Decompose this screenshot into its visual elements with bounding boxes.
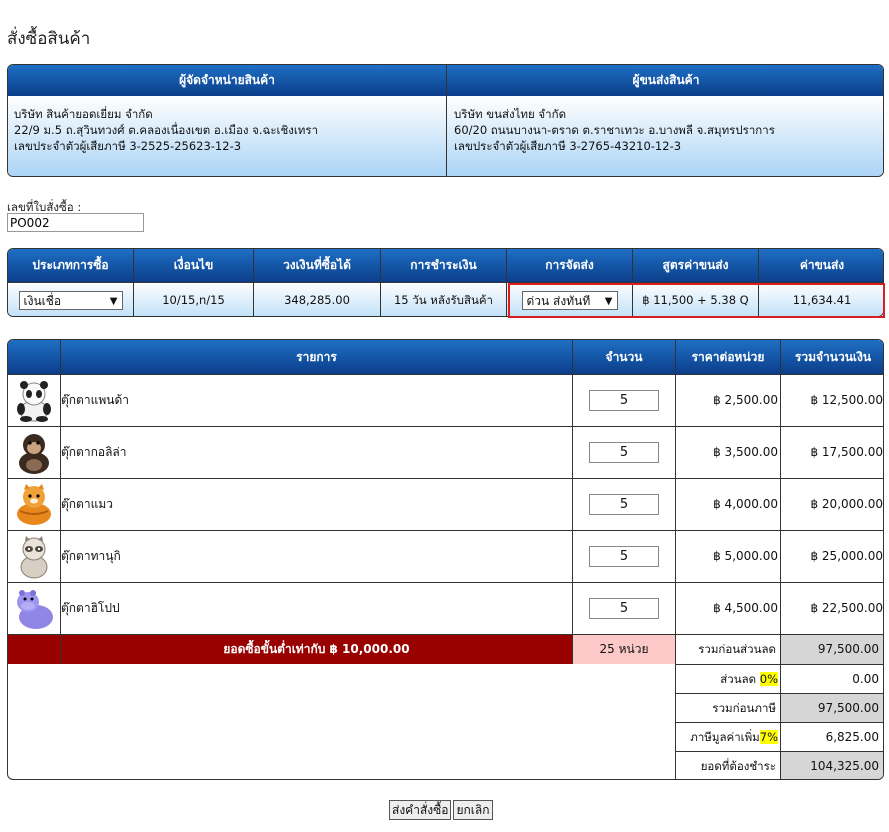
submit-order-button[interactable]: ส่งคำสั่งซื้อ: [389, 800, 452, 820]
condition-value: 10/15,n/15: [134, 282, 253, 316]
pretax-label: รวมก่อนภาษี: [712, 701, 776, 715]
items-table: รายการ จำนวน ราคาต่อหน่วย รวมจำนวนเงิน ต…: [7, 339, 884, 780]
table-row: ตุ๊กตาทานุกิ 5 ฿ 5,000.00 ฿ 25,000.00: [8, 530, 883, 582]
shipper-address: 60/20 ถนนบางนา-ตราด ต.ราชาเทวะ อ.บางพลี …: [454, 123, 775, 137]
discount-percent: 0%: [759, 672, 778, 686]
col-shipping-cost: ค่าขนส่ง: [759, 249, 883, 282]
line-total: ฿ 25,000.00: [810, 549, 883, 563]
hippo-doll-icon: [17, 590, 53, 629]
qty-input[interactable]: 5: [589, 494, 659, 515]
item-name: ตุ๊กตาทานุกิ: [61, 549, 121, 563]
col-line-total: รวมจำนวนเงิน: [781, 340, 883, 374]
unit-price: ฿ 4,000.00: [713, 497, 778, 511]
col-unit-price: ราคาต่อหน่วย: [676, 340, 780, 374]
unit-price: ฿ 4,500.00: [713, 601, 778, 615]
party-info-box: ผู้จัดจำหน่ายสินค้า ผู้ขนส่งสินค้า บริษั…: [7, 64, 884, 177]
subtotal-label: รวมก่อนส่วนลด: [698, 642, 776, 656]
item-name: ตุ๊กตากอลิล่า: [61, 445, 127, 459]
cancel-button[interactable]: ยกเลิก: [453, 800, 493, 820]
grand-total-value: 104,325.00: [781, 752, 883, 779]
line-total: ฿ 22,500.00: [810, 601, 883, 615]
col-image: [8, 340, 60, 374]
shipper-tax-id: เลขประจำตัวผู้เสียภาษี 3-2765-43210-12-3: [454, 139, 682, 153]
vendor-name: บริษัท สินค้ายอดเยี่ยม จำกัด: [14, 107, 153, 121]
line-total: ฿ 20,000.00: [810, 497, 883, 511]
unit-price: ฿ 2,500.00: [713, 393, 778, 407]
vendor-tax-id: เลขประจำตัวผู้เสียภาษี 3-2525-25623-12-3: [14, 139, 242, 153]
qty-input[interactable]: 5: [589, 390, 659, 411]
page-title: สั่งซื้อสินค้า: [7, 29, 91, 49]
action-buttons: ส่งคำสั่งซื้อ ยกเลิก: [389, 800, 495, 820]
panda-doll-icon: [17, 381, 51, 422]
table-row: ตุ๊กตากอลิล่า 5 ฿ 3,500.00 ฿ 17,500.00: [8, 426, 883, 478]
vendor-details: บริษัท สินค้ายอดเยี่ยม จำกัด 22/9 ม.5 ถ.…: [8, 96, 446, 176]
col-shipping-formula: สูตรค่าขนส่ง: [633, 249, 758, 282]
subtotal-value: 97,500.00: [781, 635, 883, 664]
raccoon-doll-icon: [20, 536, 48, 579]
col-qty: จำนวน: [573, 340, 675, 374]
col-payment: การชำระเงิน: [381, 249, 506, 282]
discount-value: 0.00: [852, 672, 879, 686]
purchase-type-select[interactable]: เงินเชื่อ ▼: [18, 291, 123, 310]
vat-value: 6,825.00: [825, 730, 879, 744]
vendor-address: 22/9 ม.5 ถ.สุวินทวงศ์ ต.คลองเนื่องเขต อ.…: [14, 123, 319, 137]
shipper-header: ผู้ขนส่งสินค้า: [447, 65, 883, 96]
col-item: รายการ: [61, 340, 572, 374]
shipper-name: บริษัท ขนส่งไทย จำกัด: [454, 107, 567, 121]
qty-input[interactable]: 5: [589, 546, 659, 567]
item-name: ตุ๊กตาแพนด้า: [61, 393, 129, 407]
table-row: ตุ๊กตาฮิโปป 5 ฿ 4,500.00 ฿ 22,500.00: [8, 582, 883, 634]
col-delivery: การจัดส่ง: [507, 249, 632, 282]
gorilla-doll-icon: [19, 434, 49, 474]
item-name: ตุ๊กตาฮิโปป: [61, 601, 120, 615]
shipping-highlight-box: [508, 283, 885, 318]
qty-input[interactable]: 5: [589, 598, 659, 619]
col-purchase-type: ประเภทการซื้อ: [8, 249, 133, 282]
dropdown-arrow-icon: ▼: [109, 296, 118, 307]
discount-label: ส่วนลด: [720, 672, 757, 686]
vat-label: ภาษีมูลค่าเพิ่ม: [690, 730, 760, 744]
line-total: ฿ 12,500.00: [810, 393, 883, 407]
unit-price: ฿ 3,500.00: [713, 445, 778, 459]
divider: [446, 65, 447, 176]
unit-price: ฿ 5,000.00: [713, 549, 778, 563]
pretax-value: 97,500.00: [781, 694, 883, 722]
total-units: 25 หน่วย: [573, 635, 675, 664]
minimum-purchase-text: ยอดซื้อขั้นต่ำเท่ากับ ฿ 10,000.00: [61, 635, 572, 664]
shipper-details: บริษัท ขนส่งไทย จำกัด 60/20 ถนนบางนา-ตรา…: [447, 96, 883, 176]
line-total: ฿ 17,500.00: [810, 445, 883, 459]
vendor-header: ผู้จัดจำหน่ายสินค้า: [8, 65, 446, 96]
qty-input[interactable]: 5: [589, 442, 659, 463]
credit-limit-value: 348,285.00: [254, 282, 380, 316]
col-credit-limit: วงเงินที่ซื้อได้: [254, 249, 380, 282]
grand-total-label: ยอดที่ต้องชำระ: [700, 759, 776, 773]
po-number-input[interactable]: [7, 213, 144, 232]
vat-percent: 7%: [759, 730, 778, 744]
minimum-row: ยอดซื้อขั้นต่ำเท่ากับ ฿ 10,000.00 25 หน่…: [8, 634, 883, 664]
table-row: ตุ๊กตาแพนด้า 5 ฿ 2,500.00 ฿ 12,500.00: [8, 374, 883, 426]
table-row: ตุ๊กตาแมว 5 ฿ 4,000.00 ฿ 20,000.00: [8, 478, 883, 530]
payment-value: 15 วัน หลังรับสินค้า: [381, 282, 506, 316]
cat-doll-icon: [17, 484, 51, 525]
col-condition: เงื่อนไข: [134, 249, 253, 282]
item-name: ตุ๊กตาแมว: [61, 497, 113, 511]
